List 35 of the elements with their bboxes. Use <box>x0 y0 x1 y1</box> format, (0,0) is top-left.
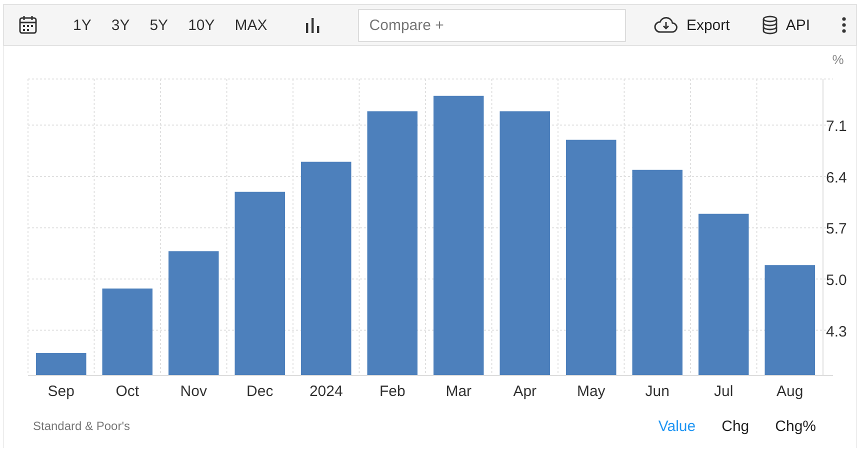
x-axis-label: Oct <box>116 383 140 400</box>
range-button[interactable]: 1Y <box>73 16 92 34</box>
x-axis-label: Feb <box>379 383 406 400</box>
y-axis-label: 5.7 <box>826 220 847 238</box>
range-button[interactable]: MAX <box>234 16 268 34</box>
compare-field[interactable]: Compare + <box>358 8 626 42</box>
x-axis-label: Apr <box>513 383 537 400</box>
unit-label: % <box>832 52 844 67</box>
y-axis-label: 4.3 <box>826 323 847 340</box>
x-axis-label: Mar <box>446 383 472 400</box>
cloud-download-icon <box>654 16 678 34</box>
x-axis-label: Sep <box>48 383 74 400</box>
range-button[interactable]: 5Y <box>150 16 168 34</box>
range-button[interactable]: 10Y <box>188 16 215 34</box>
range-button[interactable]: 3Y <box>111 16 130 34</box>
bar-chart-icon[interactable] <box>305 17 322 33</box>
export-button[interactable]: Export <box>654 16 730 34</box>
x-axis-label: Jun <box>645 383 670 400</box>
x-axis-label: May <box>576 383 606 400</box>
x-axis-label: 2024 <box>309 383 343 400</box>
x-axis-label: Nov <box>180 383 207 400</box>
database-icon <box>762 15 778 35</box>
source-label: Standard & Poor's <box>33 419 132 433</box>
x-axis-label: Dec <box>246 383 274 400</box>
bar <box>36 353 86 375</box>
mode-tab[interactable]: Chg <box>722 418 750 434</box>
calendar-icon[interactable] <box>18 15 38 35</box>
more-menu-icon[interactable] <box>842 17 846 33</box>
x-axis-label: Jul <box>714 383 734 400</box>
y-axis-label: 7.1 <box>826 118 847 136</box>
api-button[interactable]: API <box>762 15 810 35</box>
x-axis-label: Aug <box>776 383 804 400</box>
y-axis-label: 5.0 <box>826 272 847 290</box>
mode-tab[interactable]: Chg% <box>775 418 816 434</box>
y-axis-label: 6.4 <box>826 169 847 186</box>
